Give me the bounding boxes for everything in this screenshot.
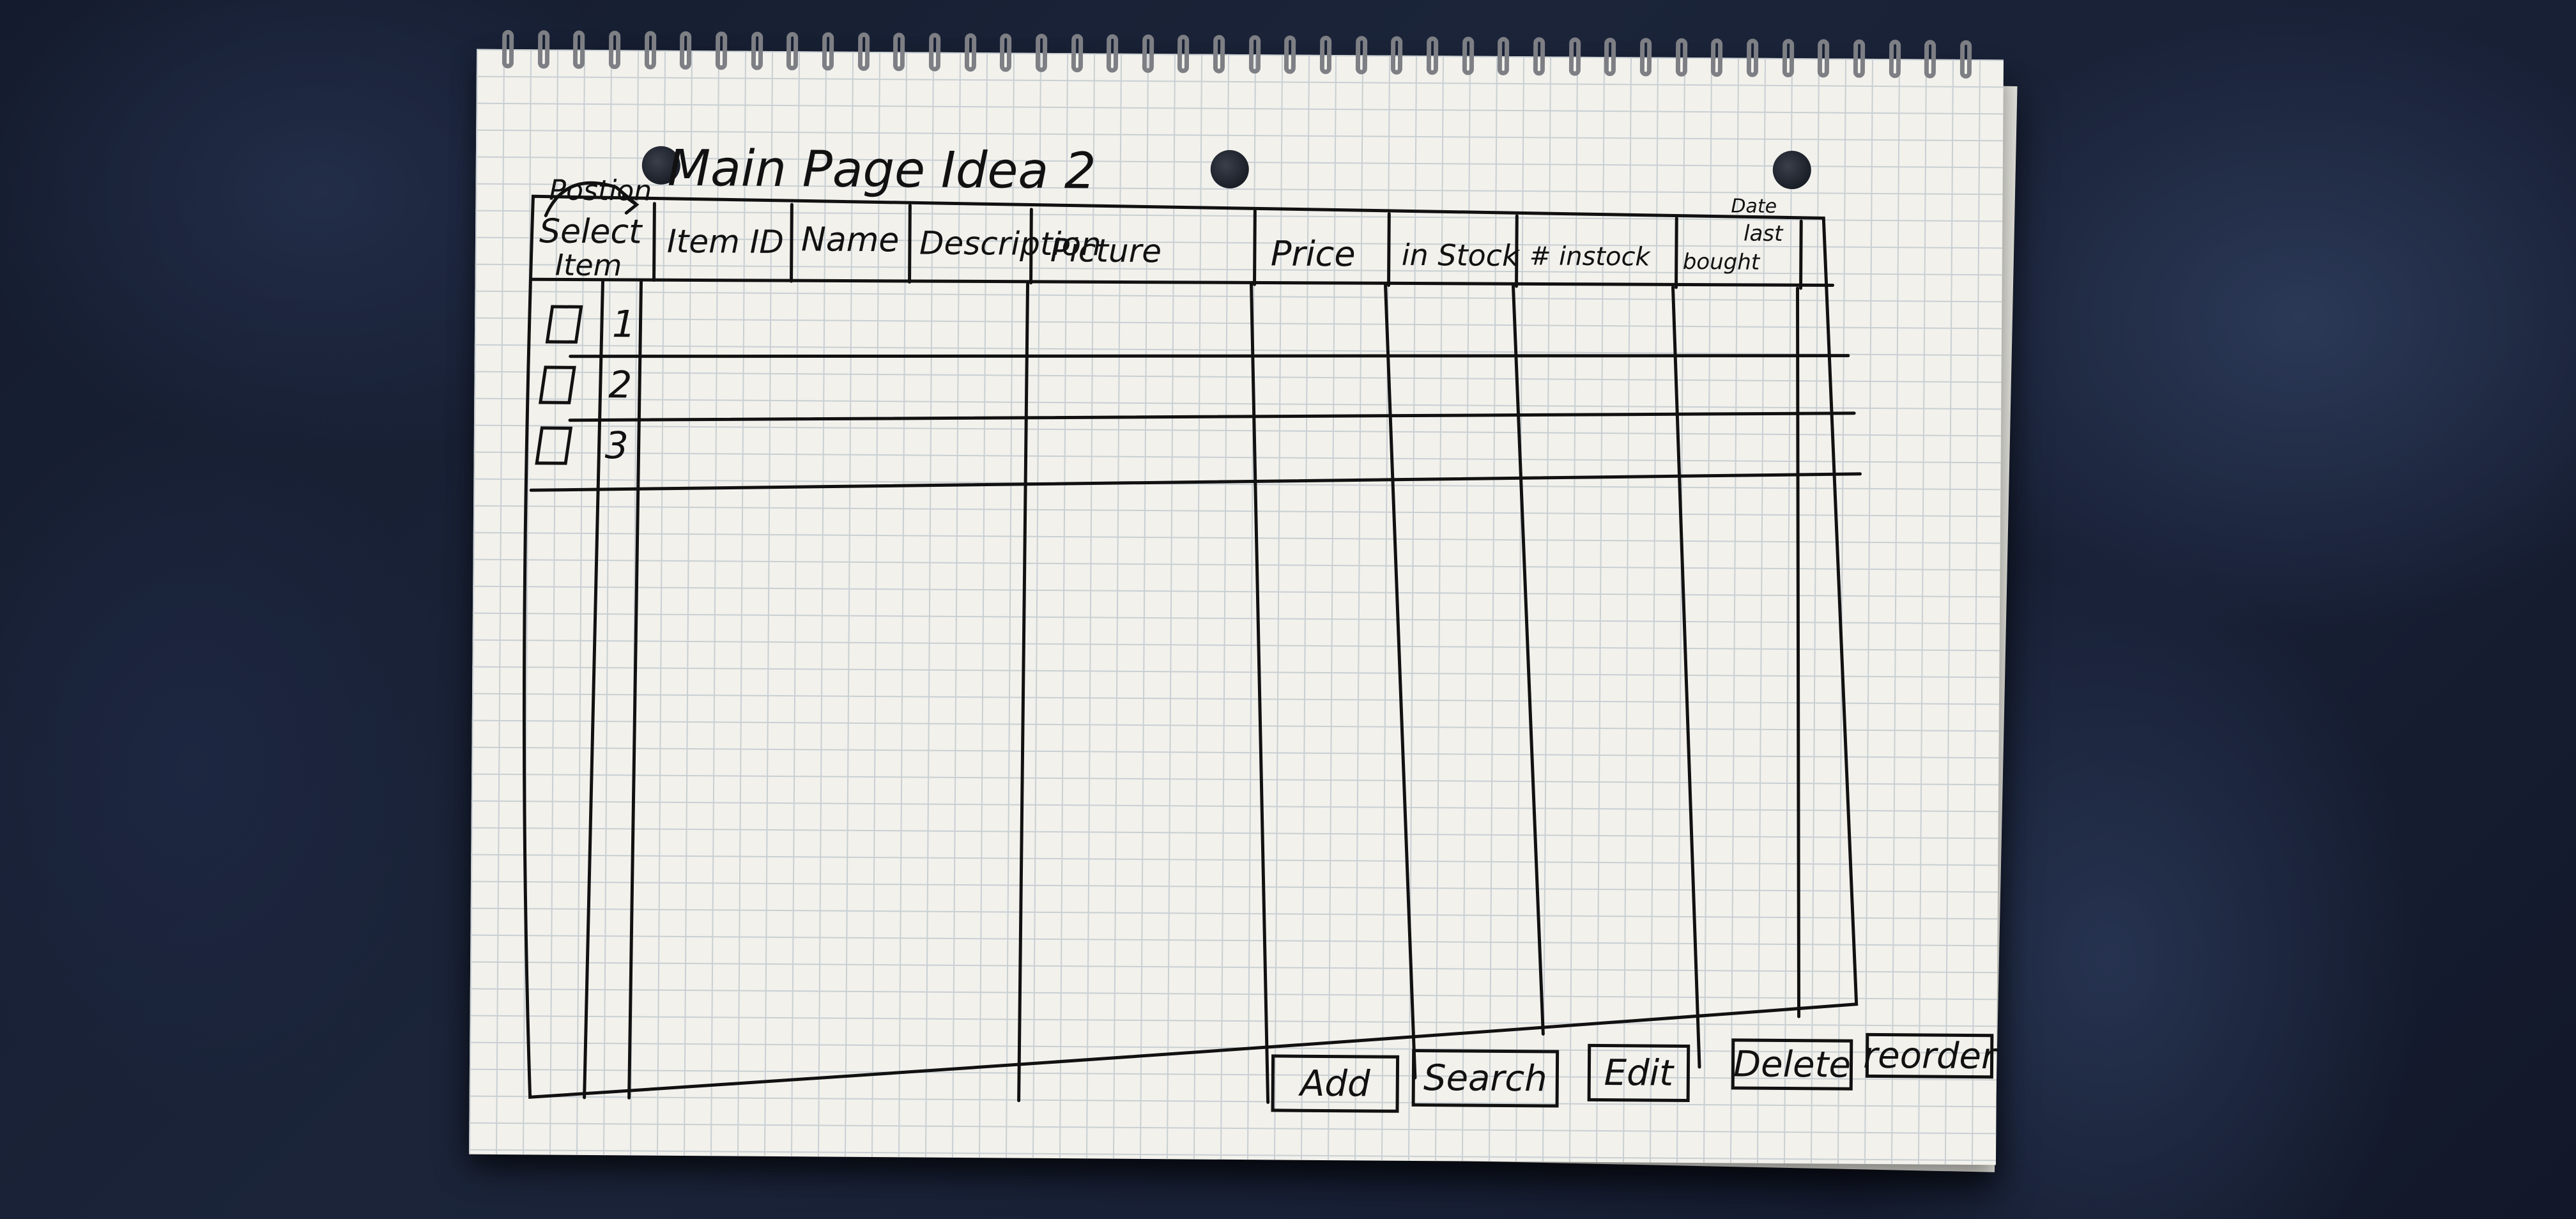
row-position: 3: [604, 424, 629, 468]
column-header-number-in-stock: # instock: [1529, 241, 1650, 272]
position-note: Postion: [549, 174, 652, 208]
row-checkbox[interactable]: [535, 426, 573, 465]
search-button[interactable]: Search: [1411, 1048, 1560, 1108]
column-header-picture: Picture: [1050, 231, 1162, 270]
column-header-select-top: Select: [539, 212, 642, 252]
page-title: Main Page Idea 2: [667, 139, 1096, 201]
column-header-date-top: Date: [1731, 195, 1777, 218]
row-position: 1: [611, 302, 636, 346]
reorder-button[interactable]: reorder: [1863, 1032, 1996, 1079]
column-header-price: Price: [1270, 233, 1356, 275]
column-header-select-bottom: Item: [555, 247, 622, 283]
column-header-item-id: Item ID: [666, 222, 785, 261]
column-header-in-stock: in Stock: [1401, 237, 1519, 273]
column-header-date-bottom: bought: [1682, 249, 1760, 275]
sketch-paper: Main Page Idea 2 Postion Select Item Ite…: [468, 29, 2004, 1165]
row-checkbox[interactable]: [538, 365, 576, 404]
column-header-name: Name: [801, 220, 900, 260]
add-button[interactable]: Add: [1271, 1054, 1400, 1113]
column-header-date-mid: last: [1743, 220, 1783, 247]
edit-button[interactable]: Edit: [1587, 1043, 1690, 1102]
row-position: 2: [608, 363, 632, 407]
delete-button[interactable]: Delete: [1731, 1038, 1853, 1091]
row-checkbox[interactable]: [545, 305, 583, 344]
